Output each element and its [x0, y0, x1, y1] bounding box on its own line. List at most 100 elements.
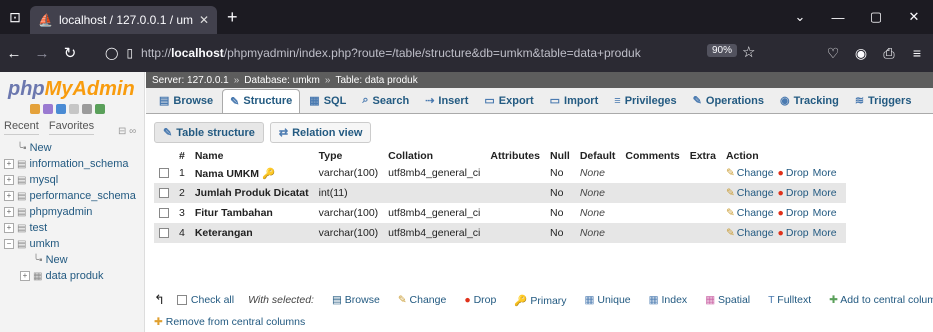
drop-link[interactable]: Drop [778, 227, 809, 239]
more-link[interactable]: More [813, 187, 837, 199]
new-db-icon: ╰▪ [17, 142, 27, 154]
insert-icon: ⇢ [425, 95, 435, 107]
remove-central-columns-button[interactable]: ✚ Remove from central columns [154, 316, 305, 328]
tree-item-phpmyadmin[interactable]: + ▤ phpmyadmin [4, 204, 144, 220]
drop-link[interactable]: Drop [778, 167, 809, 179]
database-link[interactable]: Database: umkm [244, 75, 320, 86]
change-link[interactable]: Change [726, 227, 774, 239]
change-link[interactable]: Change [726, 167, 774, 179]
help-icon[interactable] [56, 104, 66, 114]
bulk-fulltext-button[interactable]: T Fulltext [768, 294, 811, 306]
reload-icon[interactable]: ↻ [56, 44, 84, 62]
extensions-icon[interactable]: ⎙ [875, 45, 903, 62]
back-icon[interactable]: ← [0, 45, 28, 62]
more-link[interactable]: More [813, 167, 837, 179]
tab-list-icon[interactable]: ⊡ [0, 9, 30, 26]
navigation-bar: ← → ↻ ◯ ▯ http://localhost/phpmyadmin/in… [0, 34, 933, 72]
column-name: Keterangan [194, 227, 253, 239]
row-checkbox[interactable] [159, 168, 169, 179]
tab-structure[interactable]: ✎ Structure [222, 88, 301, 113]
favicon-icon: ⛵ [38, 13, 53, 27]
menu-icon[interactable]: ≡ [903, 45, 931, 61]
close-tab-icon[interactable]: ✕ [199, 13, 209, 27]
tab-browse[interactable]: ▤ Browse [152, 89, 220, 113]
with-selected-label: With selected: [248, 294, 314, 306]
url-bar[interactable]: ◯ ▯ http://localhost/phpmyadmin/index.ph… [105, 39, 765, 67]
new-tab-icon[interactable]: + [227, 7, 238, 28]
browser-tab[interactable]: ⛵ localhost / 127.0.0.1 / umkm / d ✕ [30, 6, 217, 34]
recent-tab[interactable]: Recent [4, 120, 39, 135]
collapse-all-icon[interactable]: ⊟ ∞ [118, 126, 136, 137]
docs-icon[interactable] [69, 104, 79, 114]
more-link[interactable]: More [813, 227, 837, 239]
zoom-level[interactable]: 90% [707, 44, 738, 57]
operations-icon: ✎ [692, 95, 702, 107]
favorites-tab[interactable]: Favorites [48, 120, 95, 135]
reload-nav-icon[interactable] [95, 104, 105, 114]
bookmark-star-icon[interactable]: ☆ [742, 43, 755, 61]
tab-sql[interactable]: ▦ SQL [302, 89, 353, 113]
tree-item-umkm-new[interactable]: ╰▪ New [4, 252, 144, 268]
export-icon: ▭ [484, 95, 495, 107]
check-all-checkbox[interactable] [176, 295, 187, 305]
tab-import[interactable]: ▭ Import [543, 89, 606, 113]
bulk-primary-button[interactable]: 🔑 Primary [514, 294, 566, 307]
add-central-columns-button[interactable]: ✚ Add to central columns [829, 294, 933, 306]
tree-item-test[interactable]: + ▤ test [4, 220, 144, 236]
bulk-change-button[interactable]: ✎ Change [398, 294, 447, 306]
tab-insert[interactable]: ⇢ Insert [418, 89, 475, 113]
table-link[interactable]: Table: data produk [335, 75, 417, 86]
tab-export[interactable]: ▭ Export [477, 89, 540, 113]
bulk-unique-button[interactable]: ▦ Unique [585, 294, 631, 306]
forward-icon[interactable]: → [28, 45, 56, 62]
bulk-browse-button[interactable]: ▤ Browse [332, 294, 380, 306]
page-icon[interactable]: ▯ [126, 46, 133, 60]
tab-operations[interactable]: ✎ Operations [686, 89, 771, 113]
bulk-drop-button[interactable]: ● Drop [464, 294, 496, 306]
subtab-table-structure[interactable]: ✎ Table structure [154, 122, 264, 143]
table-row: 4 Keterangan varchar(100) utf8mb4_genera… [154, 223, 846, 243]
maximize-icon[interactable]: ▢ [857, 9, 895, 25]
bulk-index-button[interactable]: ▦ Index [649, 294, 688, 306]
row-checkbox[interactable] [159, 208, 169, 219]
col-type: Type [318, 150, 343, 162]
more-link[interactable]: More [813, 207, 837, 219]
row-checkbox[interactable] [159, 188, 169, 199]
tab-privileges[interactable]: ≡ Privileges [607, 89, 683, 113]
drop-link[interactable]: Drop [778, 207, 809, 219]
pma-logo[interactable]: phpMyAdmin [0, 72, 144, 101]
relation-icon: ⇄ [278, 127, 289, 139]
change-link[interactable]: Change [726, 207, 774, 219]
breadcrumb: Server: 127.0.0.1» Database: umkm» Table… [146, 72, 933, 88]
server-link[interactable]: Server: 127.0.0.1 [152, 75, 229, 86]
subtab-relation-view[interactable]: ⇄ Relation view [269, 122, 372, 143]
home-icon[interactable] [30, 104, 40, 114]
column-name: Jumlah Produk Dicatat [194, 187, 309, 199]
tab-search[interactable]: ⌕ Search [355, 89, 416, 113]
tree-item-mysql[interactable]: + ▤ mysql [4, 172, 144, 188]
bulk-spatial-button[interactable]: ▦ Spatial [705, 294, 750, 306]
drop-link[interactable]: Drop [778, 187, 809, 199]
tree-item-umkm[interactable]: − ▤ umkm [4, 236, 144, 252]
settings-icon[interactable] [82, 104, 92, 114]
pocket-icon[interactable]: ♡ [819, 45, 847, 62]
close-window-icon[interactable]: ✕ [895, 9, 933, 25]
tab-tracking[interactable]: ◉ Tracking [773, 89, 846, 113]
tree-item-data-produk[interactable]: + ▦ data produk [4, 268, 144, 284]
tree-item-information-schema[interactable]: + ▤ information_schema [4, 156, 144, 172]
tree-item-performance-schema[interactable]: + ▤ performance_schema [4, 188, 144, 204]
row-checkbox[interactable] [159, 228, 169, 239]
minimize-icon[interactable]: — [819, 10, 857, 25]
account-icon[interactable]: ◉ [847, 45, 875, 62]
col-extra: Extra [689, 150, 716, 162]
tab-overflow-icon[interactable]: ⌄ [781, 9, 819, 25]
shield-icon[interactable]: ◯ [105, 46, 118, 60]
tab-triggers[interactable]: ≋ Triggers [848, 89, 919, 113]
check-all-label[interactable]: Check all [191, 294, 234, 306]
change-link[interactable]: Change [726, 187, 774, 199]
col-default: Default [579, 150, 616, 162]
col-collation: Collation [388, 150, 434, 162]
tree-item-new[interactable]: ╰▪ New [4, 140, 144, 156]
sidebar-icon-row [0, 101, 144, 114]
logout-icon[interactable] [43, 104, 53, 114]
